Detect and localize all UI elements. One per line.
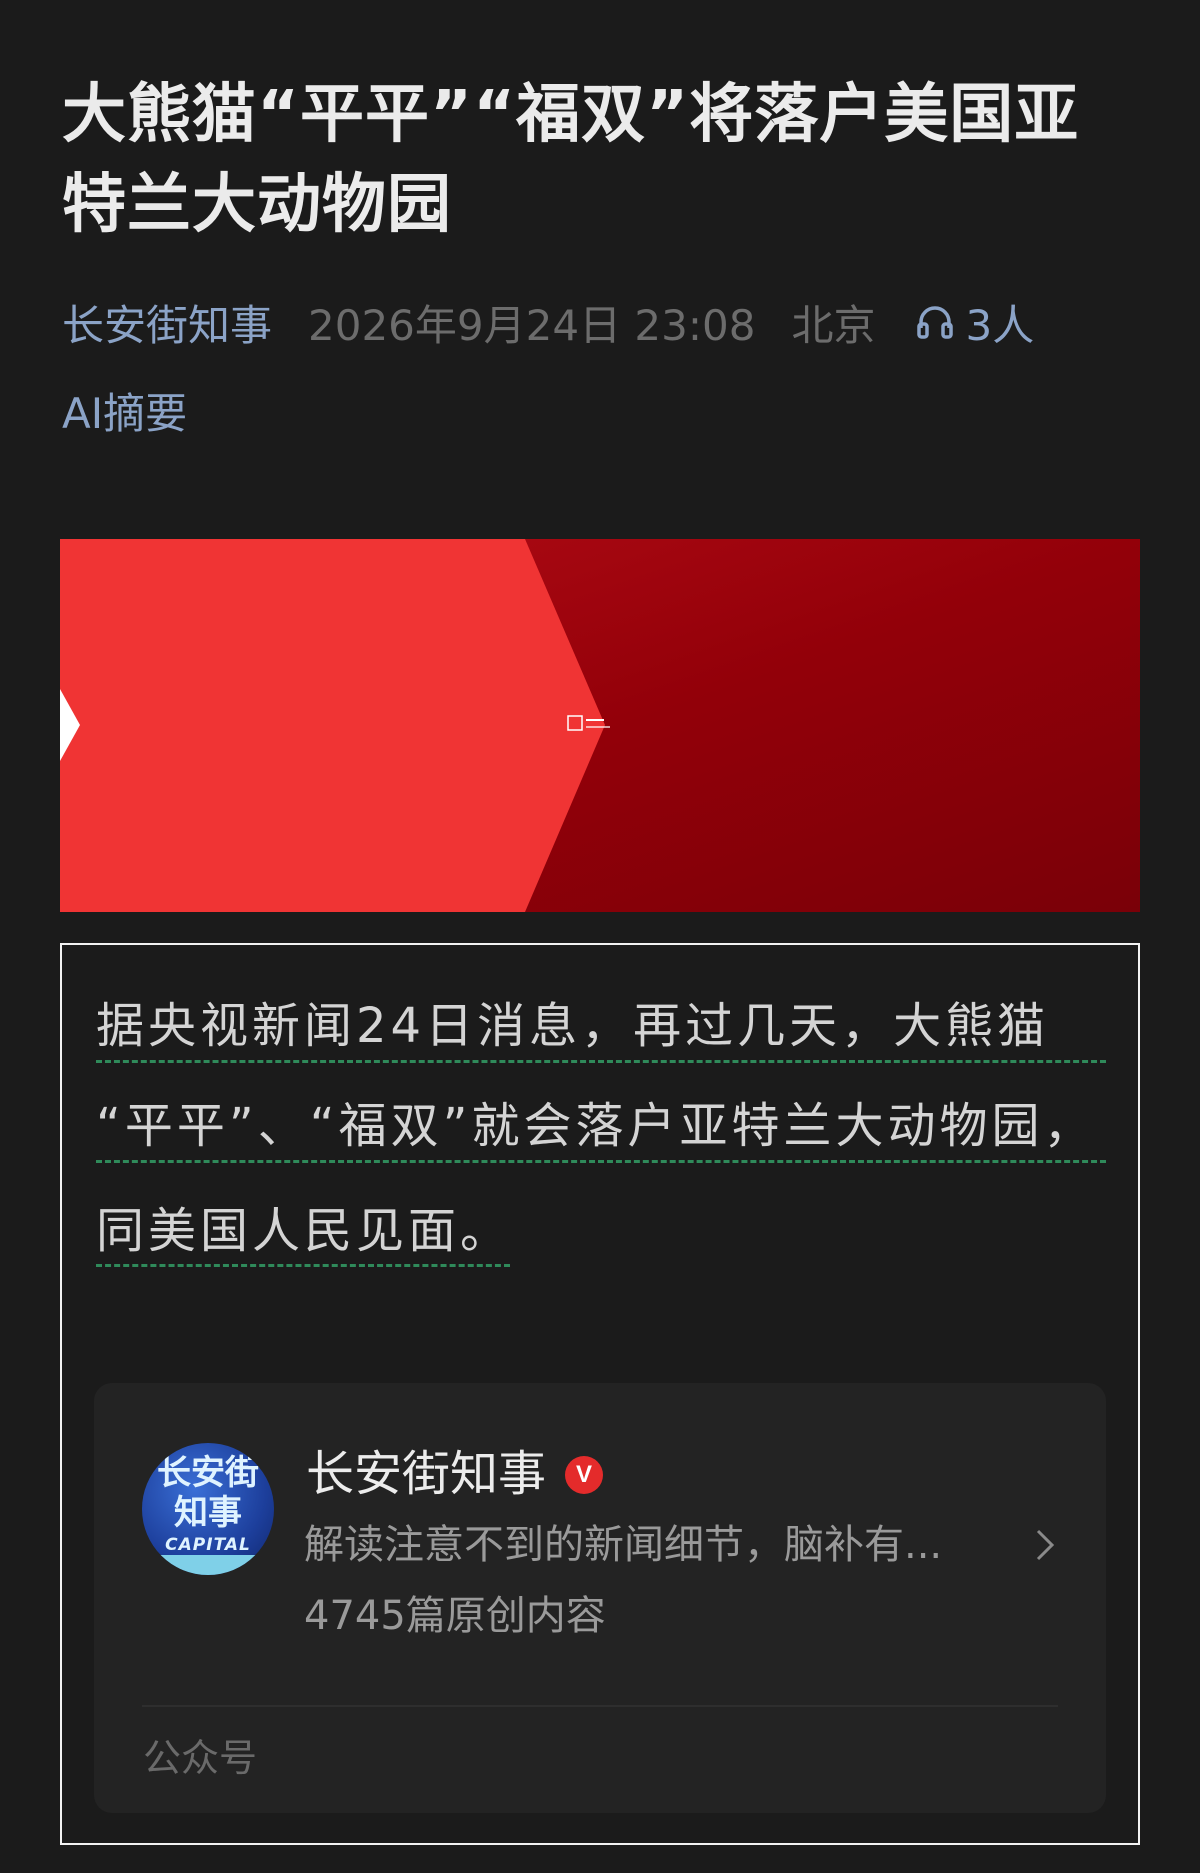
- article-count: 4745篇原创内容: [304, 1593, 606, 1639]
- article-meta: 长安街知事 2026年9月24日 23:08 北京 3人: [62, 292, 1034, 352]
- card-divider: [142, 1705, 1058, 1707]
- account-name[interactable]: 长安街知事: [306, 1444, 546, 1504]
- publish-datetime: 2026年9月24日 23:08: [308, 300, 756, 350]
- ai-summary-button[interactable]: AI摘要: [62, 384, 187, 444]
- banner-graphic: [60, 539, 1140, 912]
- listener-count: 3人: [965, 300, 1035, 350]
- avatar-skyline: [142, 1555, 274, 1575]
- listen-button[interactable]: 3人: [915, 292, 1034, 353]
- article-title: 大熊猫“平平”“福双”将落户美国亚特兰大动物园: [62, 78, 1080, 242]
- publish-location: 北京: [791, 300, 876, 350]
- dashed-underline: [96, 1264, 510, 1267]
- account-avatar[interactable]: 长安街知事 CAPITAL NEWS: [142, 1443, 274, 1575]
- article-page: 大熊猫“平平”“福双”将落户美国亚特兰大动物园 长安街知事 2026年9月24日…: [0, 0, 1200, 1873]
- dashed-underline: [96, 1060, 1106, 1063]
- avatar-title: 长安街知事: [157, 1453, 259, 1533]
- account-description: 解读注意不到的新闻细节，脑补有...: [304, 1522, 943, 1568]
- chevron-right-icon[interactable]: [1030, 1525, 1060, 1565]
- paragraph-line: 据央视新闻24日消息，再过几天，大熊猫: [96, 998, 1050, 1054]
- dashed-underline: [96, 1160, 1106, 1163]
- account-link[interactable]: 长安街知事: [62, 292, 272, 353]
- account-type-label: 公众号: [143, 1736, 258, 1780]
- paragraph-line: “平平”、“福双”就会落户亚特兰大动物园，: [96, 1098, 1096, 1154]
- verified-badge: V: [565, 1456, 603, 1494]
- header-banner-image: [60, 539, 1140, 912]
- paragraph-line: 同美国人民见面。: [96, 1203, 513, 1259]
- headphones-icon: [917, 306, 954, 339]
